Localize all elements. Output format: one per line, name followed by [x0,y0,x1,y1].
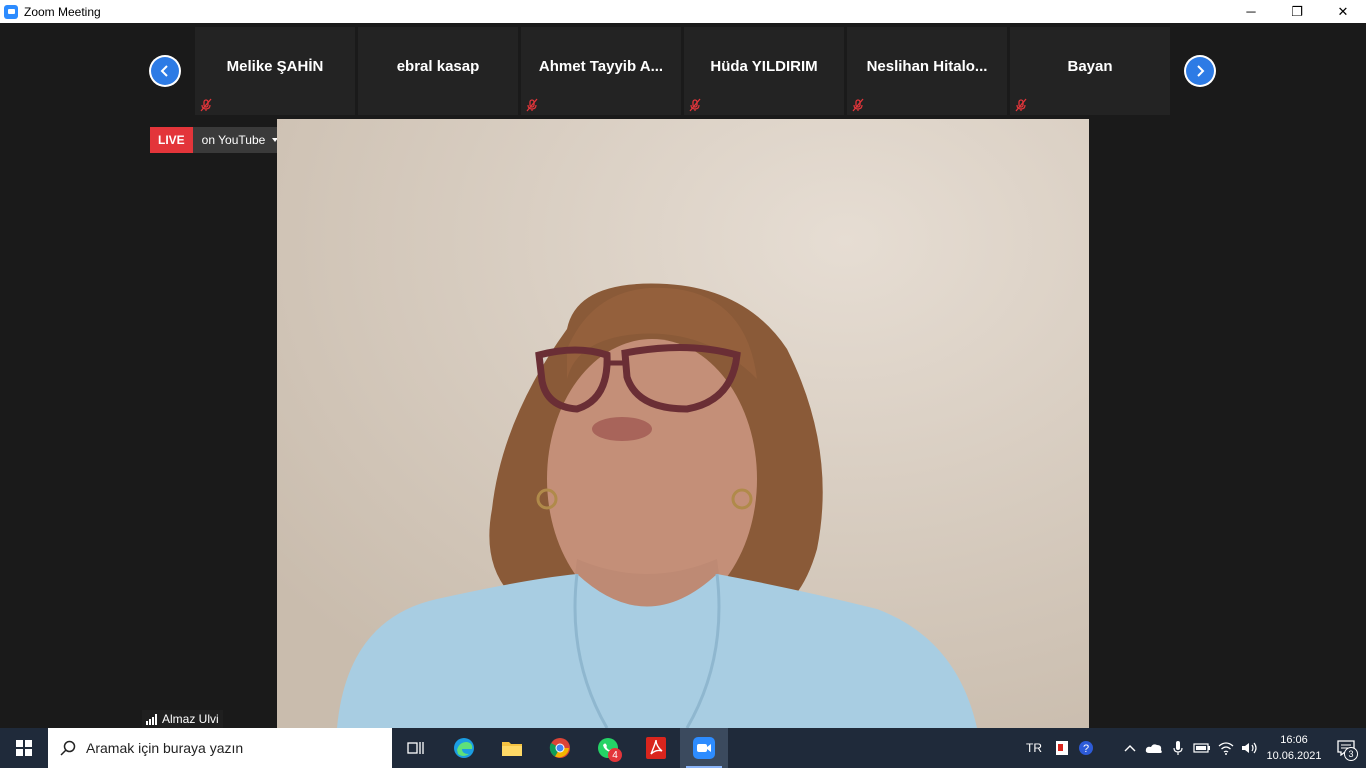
network-button[interactable] [1214,728,1238,768]
taskbar-chrome[interactable] [536,728,584,768]
minimize-button[interactable]: ─ [1228,0,1274,23]
window-controls: ─ ❐ ✕ [1228,0,1366,23]
search-placeholder: Aramak için buraya yazın [86,740,244,756]
help-icon: ? [1079,741,1093,755]
chevron-right-icon [1186,57,1214,85]
volume-button[interactable] [1238,728,1262,768]
maximize-button[interactable]: ❐ [1274,0,1320,23]
participant-tile[interactable]: ebral kasap [358,27,518,115]
participant-tile[interactable]: Melike ŞAHİN [195,27,355,115]
live-stream-indicator[interactable]: LIVE on YouTube [150,127,288,153]
search-icon [60,740,76,756]
notifications-button[interactable]: 3 [1326,728,1366,768]
cloud-icon [1145,744,1162,753]
microphone-button[interactable] [1166,728,1190,768]
muted-mic-icon [526,98,538,112]
system-tray: TR ? 16:06 10.06.2021 3 [1026,728,1366,768]
taskbar-acrobat[interactable] [632,728,680,768]
folder-icon [502,742,522,756]
next-page-button[interactable] [1184,55,1216,87]
taskbar-search-box[interactable]: Aramak için buraya yazın [48,728,392,768]
participant-tile[interactable]: Ahmet Tayyib A... [521,27,681,115]
task-view-icon [407,742,424,754]
participant-name: Bayan [1067,57,1113,75]
participant-name: Neslihan Hitalo... [866,57,988,75]
taskbar: Aramak için buraya yazın 4 TR ? 16:06 10… [0,728,1366,768]
svg-text:?: ? [1083,743,1089,755]
live-badge: LIVE [150,127,193,153]
active-speaker-video [277,119,1089,728]
close-button[interactable]: ✕ [1320,0,1366,23]
previous-page-button[interactable] [149,55,181,87]
clock-time: 16:06 [1280,734,1308,746]
live-platform-label: on YouTube [201,133,266,147]
windows-logo-icon [16,740,32,756]
document-icon [1056,741,1068,755]
speaker-name: Almaz Ulvi [162,712,219,726]
microphone-icon [1173,741,1183,755]
taskbar-edge[interactable] [440,728,488,768]
participant-name: Ahmet Tayyib A... [538,57,664,75]
participant-name: ebral kasap [396,57,480,75]
chevron-left-icon [151,57,179,85]
zoom-video-icon [693,737,715,759]
input-language[interactable]: TR [1026,741,1042,755]
unread-badge: 4 [608,748,622,762]
wifi-icon [1218,742,1234,755]
participant-name: Hüda YILDIRIM [710,57,818,75]
participant-name: Melike ŞAHİN [226,57,324,75]
window-title: Zoom Meeting [24,4,101,19]
task-view-button[interactable] [392,728,440,768]
participant-strip: Melike ŞAHİN ebral kasap Ahmet Tayyib A.… [195,27,1173,115]
show-hidden-icons-button[interactable] [1118,728,1142,768]
muted-mic-icon [689,98,701,112]
title-bar: Zoom Meeting ─ ❐ ✕ [0,0,1366,23]
clock-date: 10.06.2021 [1266,750,1322,762]
speaker-video-image [277,119,1089,728]
taskbar-zoom[interactable] [680,728,728,768]
acrobat-icon [646,737,666,759]
taskbar-whatsapp[interactable]: 4 [584,728,632,768]
edge-browser-icon [454,738,474,758]
tray-app[interactable] [1050,728,1074,768]
participant-tile[interactable]: Hüda YILDIRIM [684,27,844,115]
zoom-app-icon [4,4,18,19]
start-button[interactable] [0,728,48,768]
speaker-name-label: Almaz Ulvi [142,710,223,728]
meeting-area: Melike ŞAHİN ebral kasap Ahmet Tayyib A.… [0,23,1366,728]
taskbar-file-explorer[interactable] [488,728,536,768]
help-button[interactable]: ? [1074,728,1098,768]
live-platform-dropdown[interactable]: on YouTube [192,127,288,153]
participant-tile[interactable]: Neslihan Hitalo... [847,27,1007,115]
muted-mic-icon [200,98,212,112]
muted-mic-icon [852,98,864,112]
speaker-icon [1242,742,1257,754]
participant-tile[interactable]: Bayan [1010,27,1170,115]
chevron-up-icon [1124,745,1136,752]
notification-count-badge: 3 [1344,747,1358,761]
muted-mic-icon [1015,98,1027,112]
onedrive-button[interactable] [1142,728,1166,768]
battery-icon [1193,743,1210,753]
chrome-browser-icon [549,738,570,758]
taskbar-clock[interactable]: 16:06 10.06.2021 [1262,732,1326,764]
battery-button[interactable] [1190,728,1214,768]
signal-strength-icon [146,713,158,725]
